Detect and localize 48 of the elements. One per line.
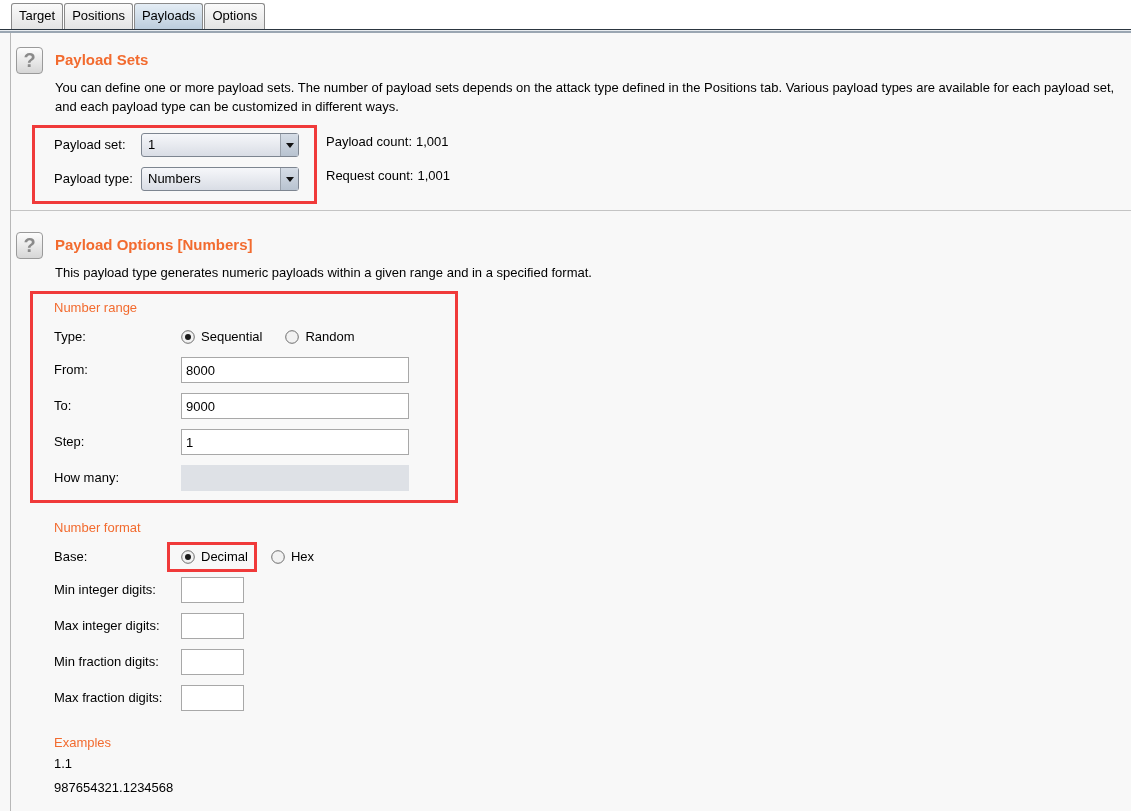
radio-button[interactable] [181,549,195,564]
count-value: 1,001 [417,167,450,186]
tab[interactable]: Options [204,3,266,29]
radio-button[interactable] [181,329,195,344]
field-label: From: [54,361,89,380]
count-label: Payload count: [326,133,412,152]
field-label: Base: [54,548,89,567]
radio-button[interactable] [285,329,300,344]
field-label: Max integer digits: [54,617,161,636]
field-label: Min fraction digits: [54,653,160,672]
tab[interactable]: Target [11,3,64,29]
input-field[interactable] [181,613,244,639]
count-value: 1,001 [416,133,449,152]
caret-icon [285,142,294,148]
group-heading: Number format [54,519,142,537]
field-label: Type: [54,328,87,347]
input-field[interactable]: 9000 [181,393,409,419]
section-description: This payload type generates numeric payloads within a given range and in a specified format. [55,264,593,282]
tab[interactable]: Positions [64,3,133,29]
radio-label[interactable]: Random [305,326,355,347]
radio-button[interactable] [270,549,285,564]
input-field[interactable] [181,649,244,675]
radio-label[interactable]: Decimal [201,546,248,567]
caret-icon [285,176,294,182]
radio-label[interactable]: Hex [290,546,315,567]
input-field[interactable] [181,685,244,711]
input-field[interactable]: 1 [181,429,409,455]
example-text: 987654321.1234568 [54,779,175,797]
field-label: To: [54,397,73,416]
tab[interactable]: Payloads [133,3,204,29]
dropdown[interactable]: Numbers [141,167,299,191]
field-label: Min integer digits: [54,581,157,600]
group-heading: Examples [54,734,113,752]
group-heading: Number range [54,299,139,317]
field-label: Payload type: [54,170,134,189]
radio-label[interactable]: Sequential [201,326,263,347]
input-field[interactable] [181,577,244,603]
section-title: Payload Options [Numbers] [55,235,253,256]
input-field[interactable]: 8000 [181,357,409,383]
section-title: Payload Sets [55,50,149,71]
dropdown[interactable]: 1 [141,133,299,157]
count-label: Request count: [326,167,414,186]
field-label: Payload set: [54,136,127,155]
field-label: Step: [54,433,86,452]
example-text: 1.1 [54,755,74,773]
field-label: How many: [54,469,121,488]
field-label: Max fraction digits: [54,689,164,708]
section-description: You can define one or more payload sets. The number of payload sets depends on the attack type defined in the Positions tab. Various payload types are available for each payload set, and each payload type can be customized in different ways. [55,79,1116,116]
